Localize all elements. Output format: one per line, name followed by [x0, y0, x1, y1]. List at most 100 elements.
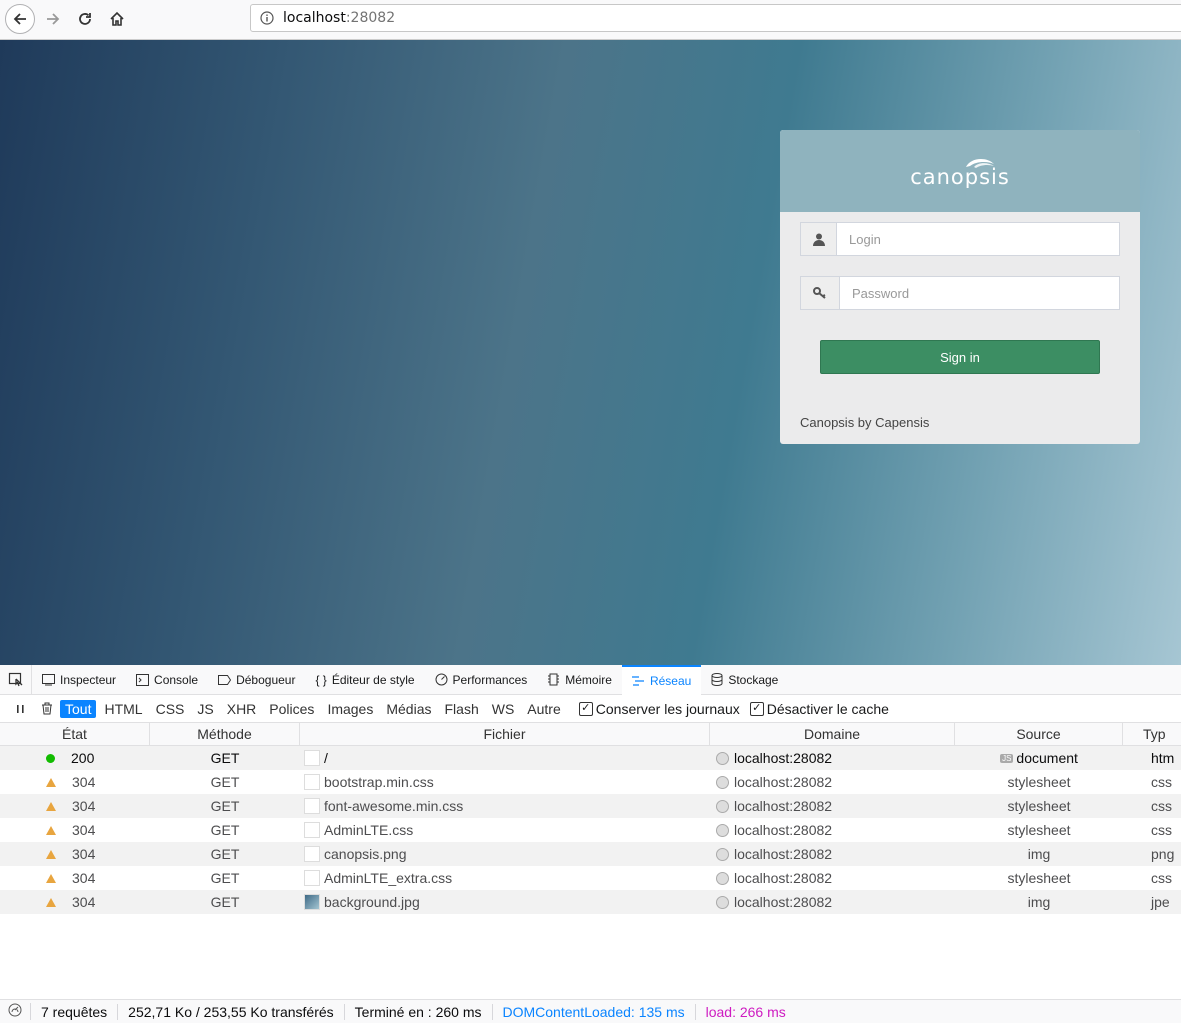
domain: localhost:28082: [734, 774, 833, 790]
reload-button[interactable]: [70, 4, 100, 34]
login-box: canopsis Sign in Canopsis by Capensis: [780, 130, 1140, 444]
filter-all[interactable]: Tout: [60, 699, 97, 718]
disable-cache-label: Désactiver le cache: [766, 700, 889, 717]
tab-label: Performances: [452, 672, 528, 687]
filter-xhr[interactable]: XHR: [222, 700, 262, 718]
filter-images[interactable]: Images: [322, 700, 378, 718]
database-icon: [711, 673, 723, 686]
col-method[interactable]: Méthode: [150, 723, 300, 745]
tab-console[interactable]: Console: [126, 665, 208, 695]
table-row[interactable]: 304 GET background.jpg localhost:28082 i…: [0, 890, 1181, 914]
tab-memory[interactable]: Mémoire: [537, 665, 622, 695]
globe-icon: [716, 799, 729, 813]
load-time: load: 266 ms: [705, 1003, 786, 1020]
status-code: 304: [72, 894, 96, 910]
home-button[interactable]: [102, 4, 132, 34]
persist-logs-label: Conserver les journaux: [595, 700, 740, 717]
pause-icon[interactable]: [8, 704, 34, 714]
filter-other[interactable]: Autre: [522, 700, 565, 718]
user-icon: [801, 223, 837, 255]
picker-icon: [8, 672, 22, 686]
globe-icon: [716, 823, 729, 837]
type: css: [1151, 822, 1172, 838]
tab-style-editor[interactable]: { } Éditeur de style: [305, 665, 424, 695]
method: GET: [210, 774, 240, 790]
forward-button[interactable]: [38, 4, 68, 34]
domain: localhost:28082: [734, 846, 833, 862]
col-file[interactable]: Fichier: [300, 723, 710, 745]
globe-icon: [716, 847, 729, 861]
table-row[interactable]: 304 GET canopsis.png localhost:28082 img…: [0, 842, 1181, 866]
file-name: canopsis.png: [324, 846, 407, 862]
sign-in-button[interactable]: Sign in: [820, 340, 1100, 374]
col-type[interactable]: Typ: [1123, 723, 1181, 745]
disable-cache-toggle[interactable]: ✓ Désactiver le cache: [749, 700, 889, 717]
col-source[interactable]: Source: [955, 723, 1123, 745]
status-code: 304: [72, 774, 96, 790]
login-input[interactable]: [837, 223, 1119, 255]
filter-ws[interactable]: WS: [487, 700, 520, 718]
table-row[interactable]: 304 GET bootstrap.min.css localhost:2808…: [0, 770, 1181, 794]
filter-flash[interactable]: Flash: [440, 700, 484, 718]
login-footer: Canopsis by Capensis: [800, 415, 930, 430]
reload-icon: [79, 13, 91, 25]
table-row[interactable]: 200 GET / localhost:28082 JS document htm: [0, 746, 1181, 770]
filter-js[interactable]: JS: [192, 700, 218, 718]
filter-html[interactable]: HTML: [99, 700, 147, 718]
type: png: [1151, 846, 1175, 862]
status-cached-icon: [46, 801, 56, 811]
source: stylesheet: [1007, 798, 1071, 814]
filter-fonts[interactable]: Polices: [264, 700, 319, 718]
file-name: AdminLTE_extra.css: [324, 870, 453, 886]
site-info-icon[interactable]: [251, 11, 283, 25]
col-domain[interactable]: Domaine: [710, 723, 955, 745]
tab-performance[interactable]: Performances: [425, 665, 538, 695]
tab-storage[interactable]: Stockage: [701, 665, 788, 695]
canopsis-logo: canopsis: [780, 130, 1140, 212]
back-button[interactable]: [5, 4, 35, 34]
globe-icon: [716, 871, 729, 885]
tab-label: Débogueur: [236, 672, 296, 687]
file-name: font-awesome.min.css: [324, 798, 464, 814]
type: css: [1151, 870, 1172, 886]
memory-chip-icon: [548, 673, 560, 686]
element-picker-button[interactable]: [0, 664, 32, 695]
filter-media[interactable]: Médias: [381, 700, 436, 718]
tab-inspector[interactable]: Inspecteur: [32, 665, 126, 695]
network-icon: [631, 675, 644, 686]
tab-label: Stockage: [728, 672, 779, 687]
table-row[interactable]: 304 GET AdminLTE.css localhost:28082 sty…: [0, 818, 1181, 842]
tab-network[interactable]: Réseau: [621, 664, 702, 695]
request-count: 7 requêtes: [31, 1003, 119, 1020]
status-code: 304: [72, 822, 96, 838]
trash-icon[interactable]: [34, 702, 60, 715]
key-icon: [801, 277, 840, 309]
status-code: 304: [72, 798, 96, 814]
file-name: bootstrap.min.css: [324, 774, 434, 790]
type: css: [1151, 774, 1172, 790]
domain: localhost:28082: [734, 870, 833, 886]
tab-label: Mémoire: [565, 672, 612, 687]
checkbox-checked-icon[interactable]: ✓: [578, 701, 593, 716]
status-code: 304: [72, 846, 96, 862]
devtools-panel: Inspecteur Console Débogueur { } Éditeur…: [0, 664, 1181, 1023]
persist-logs-toggle[interactable]: ✓ Conserver les journaux: [578, 700, 740, 717]
password-input[interactable]: [840, 277, 1119, 309]
domain: localhost:28082: [734, 894, 833, 910]
url-port: :28082: [345, 10, 396, 26]
filter-css[interactable]: CSS: [151, 700, 190, 718]
home-icon: [110, 11, 124, 26]
method: GET: [210, 870, 240, 886]
back-arrow-icon: [13, 13, 26, 25]
col-state[interactable]: État: [0, 723, 150, 745]
performance-analysis-icon[interactable]: [0, 1003, 31, 1020]
table-row[interactable]: 304 GET font-awesome.min.css localhost:2…: [0, 794, 1181, 818]
tab-debugger[interactable]: Débogueur: [208, 665, 305, 695]
source: stylesheet: [1007, 822, 1071, 838]
url-host: localhost: [283, 10, 346, 26]
url-bar[interactable]: localhost:28082: [250, 4, 1181, 32]
js-icon: JS: [1000, 753, 1014, 763]
table-row[interactable]: 304 GET AdminLTE_extra.css localhost:280…: [0, 866, 1181, 890]
checkbox-checked-icon[interactable]: ✓: [749, 701, 764, 716]
file-thumbnail-icon: [304, 774, 320, 790]
